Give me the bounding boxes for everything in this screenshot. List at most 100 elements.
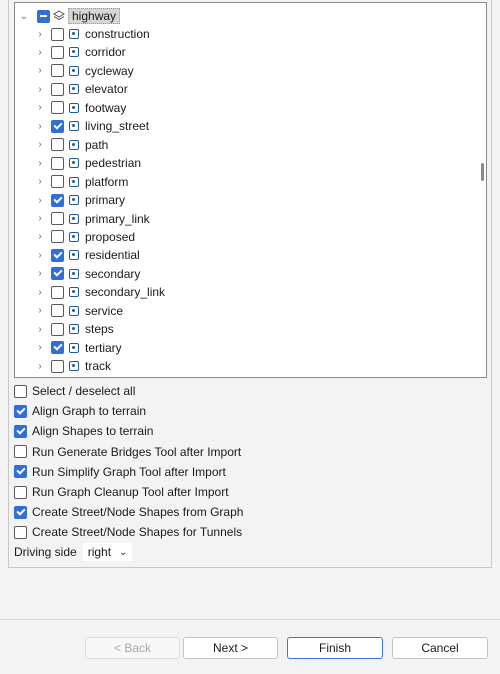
tree-item[interactable]: › cycleway	[35, 62, 133, 80]
tree-item[interactable]: › secondary	[35, 265, 140, 283]
chevron-right-icon[interactable]: ›	[35, 302, 45, 320]
tree-item[interactable]: › primary	[35, 191, 125, 209]
tree-item-label: elevator	[85, 82, 128, 97]
chevron-right-icon[interactable]: ›	[35, 25, 45, 43]
generate-bridges-checkbox[interactable]	[14, 445, 27, 459]
tree-scrollbar[interactable]	[481, 163, 484, 181]
tree-item[interactable]: › platform	[35, 173, 128, 191]
option-label: Run Generate Bridges Tool after Import	[32, 444, 242, 459]
generate-bridges-checkbox-row[interactable]: Run Generate Bridges Tool after Import	[14, 443, 241, 461]
chevron-right-icon[interactable]: ›	[35, 99, 45, 117]
chevron-right-icon[interactable]: ›	[35, 154, 45, 172]
tree-item-label: footway	[85, 100, 127, 115]
simplify-graph-checkbox[interactable]	[14, 465, 27, 479]
node-type-icon	[69, 84, 79, 95]
chevron-down-icon[interactable]: ⌄	[19, 7, 29, 25]
option-label: Create Street/Node Shapes for Tunnels	[32, 525, 243, 540]
tree-root-row[interactable]: ⌄ highway	[19, 7, 121, 25]
node-type-icon	[69, 305, 79, 316]
create-shapes-checkbox[interactable]	[14, 505, 27, 519]
next-button[interactable]: Next >	[183, 637, 278, 659]
tree-item-checkbox[interactable]	[51, 341, 64, 355]
tree-item[interactable]: › primary_link	[35, 210, 149, 228]
tree-item-checkbox[interactable]	[51, 193, 64, 207]
align-shapes-checkbox-row[interactable]: Align Shapes to terrain	[14, 422, 153, 440]
tree-item-checkbox[interactable]	[51, 138, 64, 152]
chevron-right-icon[interactable]: ›	[35, 228, 45, 246]
tree-item[interactable]: › steps	[35, 320, 113, 338]
tree-item[interactable]: › living_street	[35, 117, 149, 135]
chevron-right-icon[interactable]: ›	[35, 265, 45, 283]
tree-item[interactable]: › proposed	[35, 228, 135, 246]
chevron-right-icon[interactable]: ›	[35, 246, 45, 264]
tree-item-checkbox[interactable]	[51, 359, 64, 373]
chevron-right-icon[interactable]: ›	[35, 136, 45, 154]
tree-item[interactable]: › construction	[35, 25, 149, 43]
chevron-right-icon[interactable]: ›	[35, 80, 45, 98]
create-shapes-checkbox-row[interactable]: Create Street/Node Shapes from Graph	[14, 503, 243, 521]
tree-item-checkbox[interactable]	[51, 267, 64, 281]
layers-icon	[53, 10, 65, 21]
chevron-right-icon[interactable]: ›	[35, 320, 45, 338]
chevron-right-icon[interactable]: ›	[35, 191, 45, 209]
tree-item[interactable]: › corridor	[35, 43, 126, 61]
chevron-right-icon[interactable]: ›	[35, 283, 45, 301]
tree-item-checkbox[interactable]	[51, 230, 64, 244]
tree-item-label: living_street	[85, 119, 150, 134]
tree-item-checkbox[interactable]	[51, 27, 64, 41]
chevron-right-icon[interactable]: ›	[35, 339, 45, 357]
align-graph-checkbox[interactable]	[14, 404, 27, 418]
tree-item-label: track	[85, 359, 112, 374]
tree-item[interactable]: › service	[35, 302, 123, 320]
tree-item-label: primary	[85, 193, 126, 208]
driving-side-select[interactable]: right ⌄	[82, 543, 133, 561]
node-type-icon	[69, 287, 79, 298]
tree-item-checkbox[interactable]	[51, 64, 64, 78]
tree-item-checkbox[interactable]	[51, 304, 64, 318]
tree-item[interactable]: › footway	[35, 99, 126, 117]
root-checkbox[interactable]	[37, 9, 50, 23]
chevron-right-icon[interactable]: ›	[35, 173, 45, 191]
chevron-right-icon[interactable]: ›	[35, 357, 45, 375]
tree-item-checkbox[interactable]	[51, 212, 64, 225]
chevron-right-icon[interactable]: ›	[35, 43, 45, 61]
tree-item-checkbox[interactable]	[51, 156, 64, 170]
tree-item[interactable]: › secondary_link	[35, 283, 165, 301]
tree-item-checkbox[interactable]	[51, 175, 64, 189]
tree-item-label: corridor	[85, 45, 126, 60]
finish-button[interactable]: Finish	[287, 637, 383, 659]
tree-item-checkbox[interactable]	[51, 119, 64, 133]
graph-cleanup-checkbox[interactable]	[14, 485, 27, 499]
align-graph-checkbox-row[interactable]: Align Graph to terrain	[14, 402, 146, 420]
back-button[interactable]: < Back	[85, 637, 180, 659]
node-type-icon	[69, 268, 79, 279]
layer-tree[interactable]: ⌄ highway › construction › corridor › cyclewa…	[14, 2, 487, 378]
tree-item[interactable]: › path	[35, 136, 108, 154]
create-tunnel-shapes-checkbox-row[interactable]: Create Street/Node Shapes for Tunnels	[14, 523, 242, 541]
chevron-right-icon[interactable]: ›	[35, 62, 45, 80]
create-tunnel-shapes-checkbox[interactable]	[14, 525, 27, 539]
tree-item-checkbox[interactable]	[51, 45, 64, 59]
tree-item-checkbox[interactable]	[51, 82, 64, 96]
align-shapes-checkbox[interactable]	[14, 424, 27, 438]
tree-item[interactable]: › track	[35, 357, 111, 375]
node-type-icon	[69, 102, 79, 113]
tree-item[interactable]: › residential	[35, 246, 139, 264]
tree-item-checkbox[interactable]	[51, 248, 64, 262]
select-all-checkbox-row[interactable]: Select / deselect all	[14, 382, 135, 400]
select-all-checkbox[interactable]	[14, 384, 27, 398]
chevron-right-icon[interactable]: ›	[35, 210, 45, 228]
node-type-icon	[69, 121, 79, 132]
simplify-graph-checkbox-row[interactable]: Run Simplify Graph Tool after Import	[14, 463, 226, 481]
chevron-right-icon[interactable]: ›	[35, 117, 45, 135]
tree-item-checkbox[interactable]	[51, 285, 64, 299]
node-type-icon	[69, 29, 79, 39]
tree-item[interactable]: › elevator	[35, 80, 128, 98]
tree-item-checkbox[interactable]	[51, 322, 64, 336]
tree-item[interactable]: › tertiary	[35, 339, 121, 357]
cancel-button[interactable]: Cancel	[392, 637, 488, 659]
option-label: Align Graph to terrain	[32, 404, 147, 419]
tree-item[interactable]: › pedestrian	[35, 154, 141, 172]
graph-cleanup-checkbox-row[interactable]: Run Graph Cleanup Tool after Import	[14, 483, 229, 501]
tree-item-checkbox[interactable]	[51, 101, 64, 115]
